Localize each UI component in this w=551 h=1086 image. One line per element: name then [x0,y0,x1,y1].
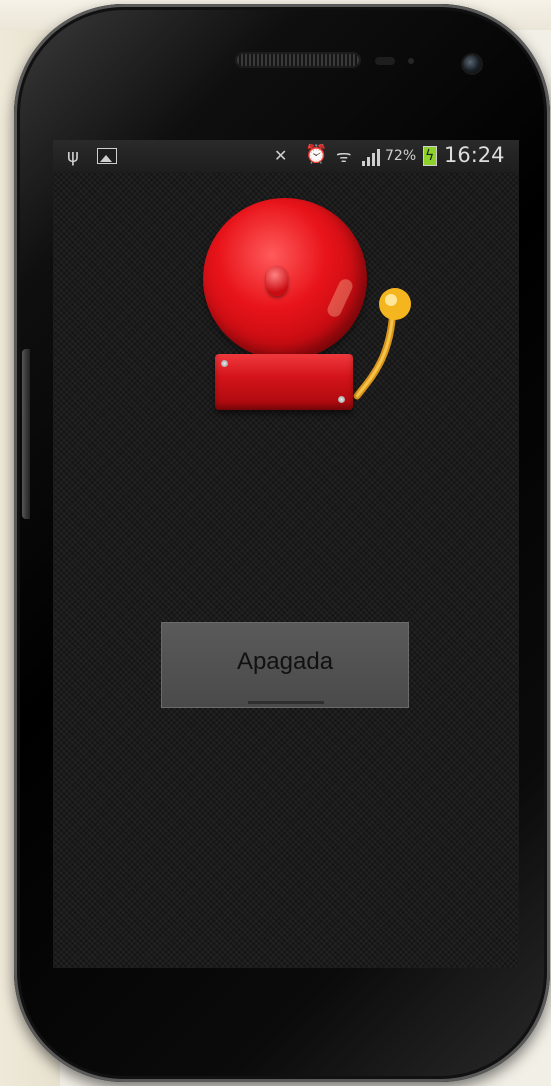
clock: 16:24 [444,143,505,167]
volume-button[interactable] [22,349,30,519]
status-bar[interactable]: ψ ✕ ⏰ ᯤ 72% 16:24 [53,140,519,172]
earpiece-speaker [237,54,359,66]
alarm-icon: ⏰ [305,144,328,165]
bell-knob [266,266,288,296]
alarm-toggle-button[interactable]: Apagada [161,622,409,708]
battery-charging-icon [423,146,437,166]
front-camera [463,55,481,73]
screw [338,396,345,403]
screw [221,360,228,367]
bell-base-plate [215,354,353,410]
app-screen: ψ ✕ ⏰ ᯤ 72% 16:24 Apagada [53,140,519,968]
mute-icon: ✕ [274,146,288,165]
alarm-bell-illustration [193,188,429,420]
wifi-icon: ᯤ [336,147,352,167]
image-notification-icon [97,148,117,164]
usb-icon: ψ [67,146,79,167]
toggle-button-label: Apagada [236,648,334,675]
proximity-sensor [375,57,395,65]
signal-icon [362,148,382,166]
battery-percent: 72% [385,148,417,164]
toggle-state-indicator [248,701,324,704]
light-sensor [408,58,414,64]
